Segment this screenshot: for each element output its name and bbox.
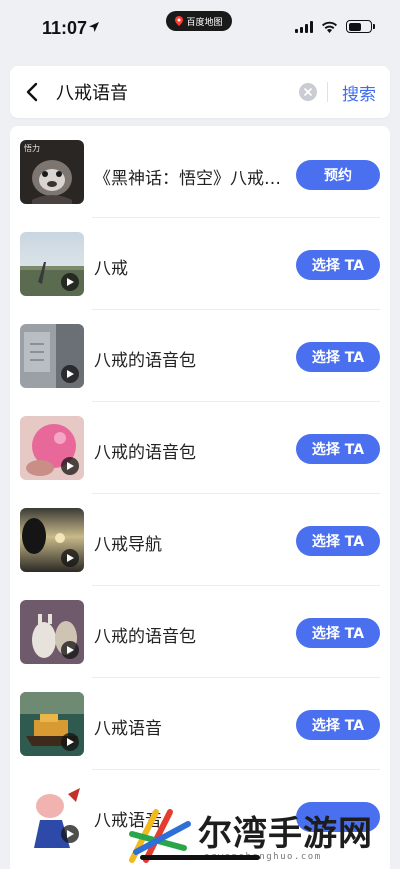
clear-circle-icon [304,88,312,96]
select-button[interactable]: 选择 TA [296,526,380,556]
search-button[interactable]: 搜索 [328,80,390,105]
cellular-signal-icon [295,20,313,33]
item-title: 八戒的语音包 [94,627,196,647]
list-item[interactable]: 八戒的语音包 选择 TA [10,586,390,678]
item-title: 八戒导航 [94,535,162,555]
item-title: 八戒语音 [94,719,162,739]
item-title: 八戒的语音包 [94,351,196,371]
item-title: 《黑神话：悟空》八戒… [94,169,280,189]
carrier-badge-label: 百度地图 [186,17,223,28]
wifi-icon [322,21,337,33]
list-item[interactable]: 悟力 《黑神话：悟空》八戒… 预约 [10,126,390,218]
thumbnail-image [20,692,84,756]
thumbnail-image [20,508,84,572]
list-item[interactable]: 八戒的语音包 选择 TA [10,402,390,494]
status-bar: 11:07 百度地图 [0,0,400,56]
battery-icon [346,20,375,33]
list-item[interactable]: 八戒 选择 TA [10,218,390,310]
play-icon[interactable] [61,457,79,475]
status-icons [295,20,375,33]
carrier-badge[interactable]: 百度地图 [166,11,232,31]
reserve-button[interactable]: 预约 [296,160,380,190]
list-item[interactable]: 八戒导航 选择 TA [10,494,390,586]
thumbnail-image [20,324,84,388]
item-title: 八戒的语音包 [94,443,196,463]
watermark-text: 尔湾手游网 [198,814,373,854]
search-input[interactable] [54,72,299,112]
item-title: 八戒 [94,259,128,279]
back-button[interactable] [10,66,54,118]
select-button[interactable]: 选择 TA [296,618,380,648]
thumbnail-image [20,232,84,296]
result-list: 悟力 《黑神话：悟空》八戒… 预约 八戒 选择 TA 八戒的语音包 选择 TA … [10,126,390,869]
search-bar: 搜索 [10,66,390,118]
thumbnail-image: 悟力 [20,140,84,204]
play-icon[interactable] [61,825,79,843]
thumbnail-image [20,600,84,664]
status-time: 11:07 [42,18,88,38]
select-button[interactable]: 选择 TA [296,250,380,280]
select-button[interactable]: 选择 TA [296,342,380,372]
select-button[interactable]: 选择 TA [296,710,380,740]
play-icon[interactable] [61,733,79,751]
clear-search-button[interactable] [299,83,317,101]
list-item[interactable]: 八戒的语音包 选择 TA [10,310,390,402]
play-icon[interactable] [61,365,79,383]
map-pin-icon [175,16,184,26]
play-icon[interactable] [61,641,79,659]
play-icon[interactable] [61,273,79,291]
home-indicator [140,855,260,860]
thumbnail-image [20,784,84,848]
list-item[interactable]: 八戒语音 选择 TA [10,678,390,770]
select-button[interactable]: 选择 TA [296,434,380,464]
location-arrow-icon [89,22,99,32]
battery-level [348,22,362,31]
chevron-left-icon [26,82,38,102]
thumbnail-caption: 悟力 [24,144,40,153]
thumbnail-image [20,416,84,480]
play-icon[interactable] [61,549,79,567]
